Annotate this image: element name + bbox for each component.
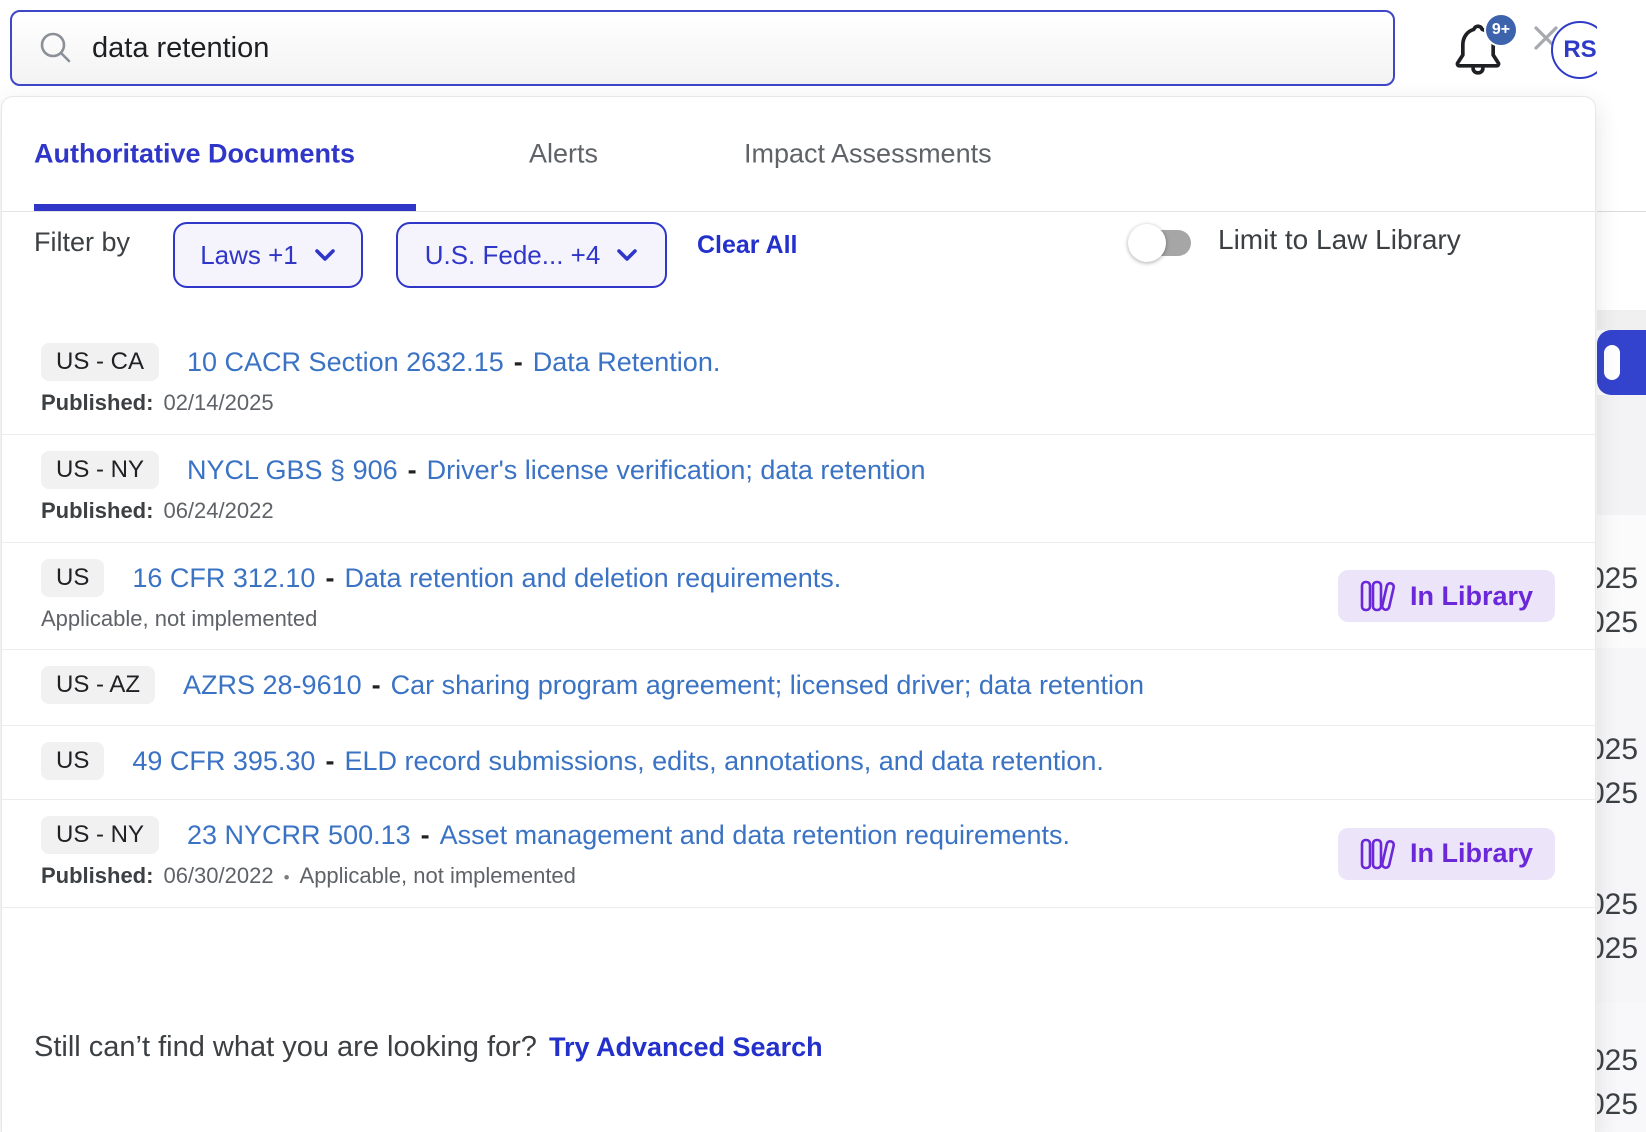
in-library-badge: In Library [1338, 828, 1555, 880]
bullet-separator: • [284, 868, 290, 887]
in-library-badge: In Library [1338, 570, 1555, 622]
published-date: 06/24/2022 [163, 498, 273, 523]
result-title-link[interactable]: Driver's license verification; data rete… [427, 455, 926, 486]
result-row: US - NY NYCL GBS § 906 - Driver's licens… [2, 435, 1595, 543]
result-title-link[interactable]: Data Retention. [533, 347, 721, 378]
background-table-row: 025 025 [1597, 515, 1646, 649]
title-separator: - [514, 347, 523, 378]
jurisdiction-badge: US - AZ [41, 666, 155, 704]
background-date-fragment: 025 [1597, 733, 1638, 767]
background-divider [1597, 211, 1646, 212]
background-date-fragment: 025 [1597, 1044, 1638, 1078]
title-separator: - [421, 820, 430, 851]
background-page-strip: 025 025 025 025 025 025 025 025 [1597, 0, 1646, 1132]
background-button-glyph [1604, 345, 1620, 380]
background-blue-button-fragment[interactable] [1597, 330, 1646, 395]
background-table-row: 025 025 [1597, 648, 1646, 846]
global-search-bar[interactable] [10, 10, 1395, 86]
filter-dropdown-label: U.S. Fede... +4 [425, 240, 601, 271]
result-row: US 49 CFR 395.30 - ELD record submission… [2, 726, 1595, 800]
tab-authoritative-documents[interactable]: Authoritative Documents [34, 139, 355, 170]
active-tab-underline [34, 204, 416, 211]
chevron-down-icon [314, 248, 336, 262]
published-label: Published: [41, 498, 153, 523]
library-books-icon [1360, 837, 1397, 871]
background-date-fragment: 025 [1597, 606, 1638, 640]
title-separator: - [325, 563, 334, 594]
chevron-down-icon [616, 248, 638, 262]
clear-all-filters-link[interactable]: Clear All [697, 231, 798, 260]
applicability-status: Applicable, not implemented [300, 863, 576, 888]
search-results-dropdown: Authoritative Documents Alerts Impact As… [1, 96, 1596, 1132]
search-footer: Still can’t find what you are looking fo… [34, 1031, 823, 1064]
result-code-link[interactable]: 10 CACR Section 2632.15 [187, 347, 504, 378]
result-title-link[interactable]: Asset management and data retention requ… [440, 820, 1070, 851]
published-label: Published: [41, 390, 153, 415]
filter-dropdown-document-type[interactable]: Laws +1 [173, 222, 363, 288]
jurisdiction-badge: US [41, 559, 104, 597]
background-gray-band [1597, 395, 1646, 515]
search-icon [38, 30, 74, 66]
result-row: US 16 CFR 312.10 - Data retention and de… [2, 543, 1595, 650]
jurisdiction-badge: US - CA [41, 343, 159, 381]
filter-dropdown-label: Laws +1 [200, 240, 298, 271]
background-date-fragment: 025 [1597, 562, 1638, 596]
title-separator: - [408, 455, 417, 486]
background-date-fragment: 025 [1597, 777, 1638, 811]
jurisdiction-badge: US [41, 742, 104, 780]
filter-by-label: Filter by [34, 227, 130, 258]
background-table-row: 025 025 [1597, 845, 1646, 1004]
published-date: 02/14/2025 [163, 390, 273, 415]
in-library-label: In Library [1410, 838, 1533, 869]
result-row: US - NY 23 NYCRR 500.13 - Asset manageme… [2, 800, 1595, 908]
result-title-link[interactable]: ELD record submissions, edits, annotatio… [344, 746, 1103, 777]
filter-dropdown-jurisdiction[interactable]: U.S. Fede... +4 [396, 222, 667, 288]
published-date: 06/30/2022 [163, 863, 273, 888]
background-table-row: 025 025 [1597, 1003, 1646, 1132]
background-date-fragment: 025 [1597, 888, 1638, 922]
result-row: US - CA 10 CACR Section 2632.15 - Data R… [2, 327, 1595, 435]
title-separator: - [325, 746, 334, 777]
result-code-link[interactable]: 49 CFR 395.30 [132, 746, 315, 777]
applicability-status: Applicable, not implemented [41, 606, 317, 631]
result-code-link[interactable]: 16 CFR 312.10 [132, 563, 315, 594]
result-code-link[interactable]: NYCL GBS § 906 [187, 455, 398, 486]
result-row: US - AZ AZRS 28-9610 - Car sharing progr… [2, 650, 1595, 726]
tab-impact-assessments[interactable]: Impact Assessments [744, 139, 992, 170]
background-date-fragment: 025 [1597, 932, 1638, 966]
published-label: Published: [41, 863, 153, 888]
tab-alerts[interactable]: Alerts [529, 139, 598, 170]
notification-count-badge: 9+ [1484, 13, 1518, 47]
jurisdiction-badge: US - NY [41, 816, 159, 854]
results-tab-bar: Authoritative Documents Alerts Impact As… [2, 97, 1595, 212]
advanced-search-link[interactable]: Try Advanced Search [549, 1032, 823, 1062]
result-code-link[interactable]: AZRS 28-9610 [183, 670, 362, 701]
background-date-fragment: 025 [1597, 1088, 1638, 1122]
result-title-link[interactable]: Data retention and deletion requirements… [344, 563, 841, 594]
search-input[interactable] [90, 31, 1367, 66]
title-separator: - [372, 670, 381, 701]
result-title-link[interactable]: Car sharing program agreement; licensed … [391, 670, 1144, 701]
jurisdiction-badge: US - NY [41, 451, 159, 489]
results-list: US - CA 10 CACR Section 2632.15 - Data R… [2, 327, 1595, 908]
toggle-knob [1128, 224, 1166, 262]
library-books-icon [1360, 579, 1397, 613]
in-library-label: In Library [1410, 581, 1533, 612]
limit-to-law-library-label: Limit to Law Library [1218, 224, 1461, 256]
background-gray-band [1597, 310, 1646, 330]
limit-to-law-library-toggle[interactable] [1135, 230, 1191, 256]
footer-text: Still can’t find what you are looking fo… [34, 1031, 537, 1063]
result-code-link[interactable]: 23 NYCRR 500.13 [187, 820, 411, 851]
